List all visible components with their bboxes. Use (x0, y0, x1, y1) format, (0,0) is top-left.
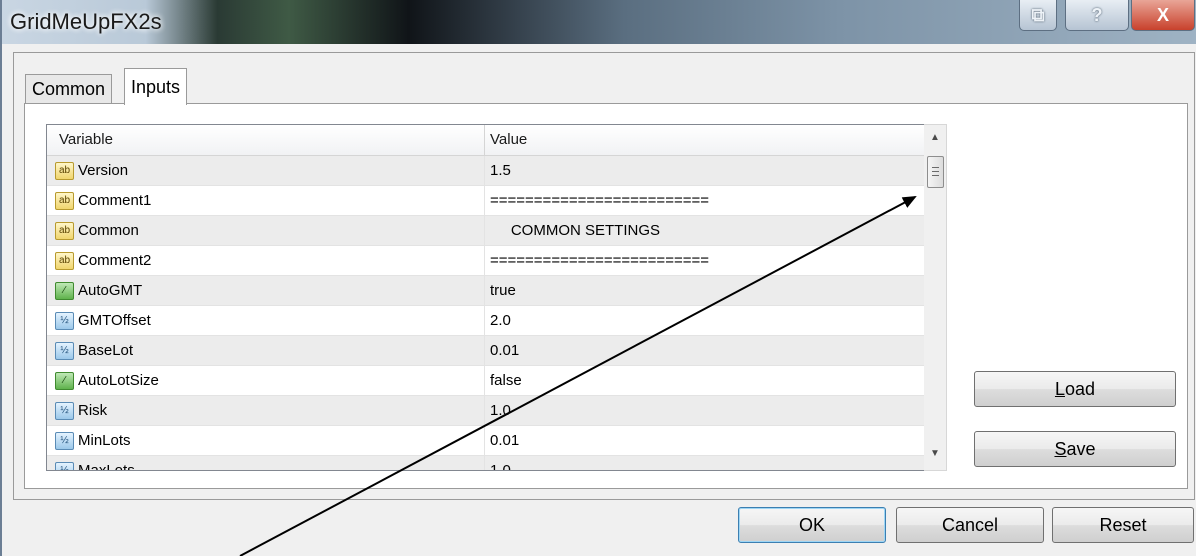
variable-value[interactable]: 2.0 (490, 306, 511, 335)
restore-button[interactable]: ⧉ (1019, 0, 1057, 31)
tab-inputs[interactable]: Inputs (124, 68, 188, 105)
cell-divider (484, 366, 485, 395)
load-button-label: Load (1054, 378, 1096, 399)
save-button-label: Save (1054, 438, 1096, 459)
grid-row[interactable]: ⁄ AutoLotSize false (47, 366, 925, 396)
grid-row[interactable]: ½ BaseLot 0.01 (47, 336, 925, 366)
dialog-window: GridMeUpFX2s ⧉ ? X Common Inputs Variabl… (0, 0, 1196, 556)
column-header-variable[interactable]: Variable (59, 125, 113, 155)
number-type-icon: ½ (55, 402, 74, 420)
load-button[interactable]: Load (974, 371, 1176, 407)
variable-name: Risk (78, 402, 108, 419)
reset-button[interactable]: Reset (1052, 507, 1194, 543)
number-type-icon: ½ (55, 312, 74, 330)
title-bar[interactable]: GridMeUpFX2s ⧉ ? X (2, 0, 1196, 44)
scroll-thumb[interactable] (927, 156, 944, 188)
grid-row[interactable]: ⁄ AutoGMT true (47, 276, 925, 306)
cell-divider (484, 426, 485, 455)
variable-value[interactable]: 1.0 (490, 456, 511, 470)
variable-name: AutoGMT (78, 282, 143, 299)
cell-divider (484, 306, 485, 335)
number-type-icon: ½ (55, 462, 74, 470)
grid-row[interactable]: ab Version 1.5 (47, 156, 925, 186)
bool-type-icon: ⁄ (55, 282, 74, 300)
variable-name: MinLots (78, 432, 131, 449)
variable-name: Comment2 (78, 252, 152, 269)
variable-value[interactable]: ========================= (490, 246, 709, 275)
string-type-icon: ab (55, 192, 74, 210)
save-button[interactable]: Save (974, 431, 1176, 467)
string-type-icon: ab (55, 162, 74, 180)
inputs-grid: Variable Value ab Version 1.5 ab Comment1 ===… (46, 124, 926, 471)
grid-row[interactable]: ½ GMTOffset 2.0 (47, 306, 925, 336)
grip-line (932, 175, 939, 176)
cell-divider (484, 156, 485, 185)
number-type-icon: ½ (55, 432, 74, 450)
cell-divider (484, 216, 485, 245)
help-icon: ? (1091, 4, 1103, 25)
cancel-button-label: Cancel (941, 514, 999, 535)
tab-common-label: Common (32, 79, 106, 99)
variable-value[interactable]: COMMON SETTINGS (490, 216, 660, 245)
scroll-down-arrow-icon[interactable]: ▼ (924, 443, 946, 465)
variable-value[interactable]: ========================= (490, 186, 709, 215)
variable-name: Version (78, 162, 129, 179)
scroll-up-arrow-icon[interactable]: ▲ (924, 127, 946, 149)
variable-value[interactable]: false (490, 366, 522, 395)
cell-divider (484, 396, 485, 425)
variable-name: Comment1 (78, 192, 152, 209)
grid-row[interactable]: ½ MinLots 0.01 (47, 426, 925, 456)
variable-value[interactable]: 0.01 (490, 336, 519, 365)
variable-name: AutoLotSize (78, 372, 159, 389)
close-icon: X (1156, 4, 1169, 25)
grip-line (932, 167, 939, 168)
variable-value[interactable]: 0.01 (490, 426, 519, 455)
grid-row[interactable]: ab Comment1 ========================= (47, 186, 925, 216)
cell-divider (484, 336, 485, 365)
tab-inputs-label: Inputs (131, 76, 181, 97)
grid-row[interactable]: ½ Risk 1.0 (47, 396, 925, 426)
ok-button-label: OK (798, 514, 825, 535)
string-type-icon: ab (55, 252, 74, 270)
grid-row[interactable]: ab Common COMMON SETTINGS (47, 216, 925, 246)
bool-type-icon: ⁄ (55, 372, 74, 390)
close-button[interactable]: X (1131, 0, 1195, 31)
variable-value[interactable]: 1.0 (490, 396, 511, 425)
reset-button-label: Reset (1099, 514, 1147, 535)
grid-row[interactable]: ½ MaxLots 1.0 (47, 456, 925, 471)
help-button[interactable]: ? (1065, 0, 1129, 31)
cancel-button[interactable]: Cancel (896, 507, 1044, 543)
cell-divider (484, 246, 485, 275)
variable-name: Common (78, 222, 139, 239)
ok-button[interactable]: OK (738, 507, 886, 543)
grip-line (932, 171, 939, 172)
tab-common[interactable]: Common (25, 74, 113, 105)
column-header-value[interactable]: Value (490, 125, 527, 155)
variable-name: MaxLots (78, 462, 135, 471)
variable-name: BaseLot (78, 342, 134, 359)
window-title: GridMeUpFX2s (10, 9, 162, 34)
grid-row[interactable]: ab Comment2 ========================= (47, 246, 925, 276)
grid-scrollbar[interactable]: ▲ ▼ (924, 124, 947, 471)
cell-divider (484, 186, 485, 215)
cell-divider (484, 276, 485, 305)
variable-name: GMTOffset (78, 312, 151, 329)
variable-value[interactable]: 1.5 (490, 156, 511, 185)
variable-value[interactable]: true (490, 276, 516, 305)
string-type-icon: ab (55, 222, 74, 240)
column-divider[interactable] (484, 125, 485, 155)
grid-header: Variable Value (47, 125, 925, 156)
number-type-icon: ½ (55, 342, 74, 360)
restore-icon: ⧉ (1031, 4, 1045, 25)
cell-divider (484, 456, 485, 470)
